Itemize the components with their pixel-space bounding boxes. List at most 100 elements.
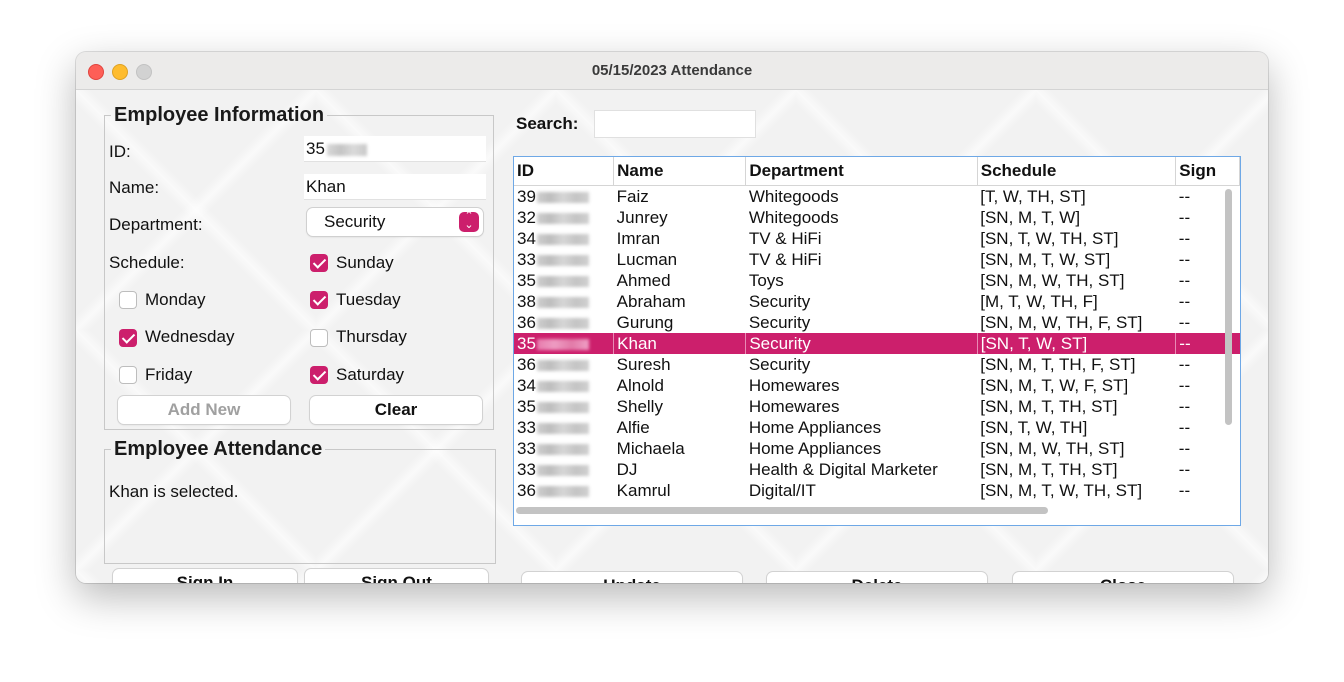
cell-name: Ahmed — [614, 270, 746, 291]
cell-schedule-text: [M, T, W, TH, F] — [980, 292, 1098, 311]
cell-schedule: [SN, M, T, W, F, ST] — [977, 375, 1176, 396]
cell-schedule-text: [SN, M, T, W] — [980, 208, 1081, 227]
sunday-checkbox[interactable] — [310, 254, 328, 272]
cell-name-text: Ahmed — [616, 271, 671, 290]
saturday-checkbox[interactable] — [310, 366, 328, 384]
id-redacted — [536, 297, 589, 309]
column-header-department[interactable]: Department — [745, 157, 978, 186]
tuesday-checkbox[interactable] — [310, 291, 328, 309]
cell-schedule-text: [SN, M, W, TH, ST] — [980, 439, 1125, 458]
department-label: Department: — [109, 215, 203, 234]
table-row[interactable]: 33 DJ Health & Digital Marketer [SN, M, T, … — [514, 459, 1240, 480]
table-row[interactable]: 35 Khan Security [SN, T, W, ST] -- — [514, 333, 1240, 354]
id-redacted — [536, 381, 589, 393]
cell-id-text: 33 — [517, 460, 536, 479]
employee-grid: ID Name Department Schedule Sign 39 Faiz W… — [514, 157, 1240, 501]
name-label: Name: — [109, 178, 160, 197]
search-label: Search: — [516, 114, 579, 133]
cell-schedule: [M, T, W, TH, F] — [977, 291, 1176, 312]
cell-schedule-text: [SN, M, T, W, F, ST] — [980, 376, 1129, 395]
delete-button[interactable]: Delete — [767, 572, 987, 583]
table-header-row: ID Name Department Schedule Sign — [514, 157, 1240, 186]
column-header-name[interactable]: Name — [613, 157, 747, 186]
cell-name: Junrey — [614, 207, 746, 228]
department-value: Security — [324, 212, 386, 231]
table-row[interactable]: 35 Shelly Homewares [SN, M, T, TH, ST] -- — [514, 396, 1240, 417]
cell-schedule-text: [SN, M, T, TH, ST] — [980, 397, 1118, 416]
cell-name-text: Junrey — [616, 208, 668, 227]
table-row[interactable]: 32 Junrey Whitegoods [SN, M, T, W] -- — [514, 207, 1240, 228]
cell-schedule-text: [SN, T, W, TH] — [980, 418, 1088, 437]
cell-schedule-text: [T, W, TH, ST] — [980, 187, 1086, 206]
search-input[interactable] — [594, 110, 756, 138]
cell-schedule: [SN, M, W, TH, F, ST] — [977, 312, 1176, 333]
add-new-button[interactable]: Add New — [118, 396, 290, 424]
cell-department: Homewares — [746, 396, 977, 417]
cell-name: Alfie — [614, 417, 746, 438]
id-value: 35 — [306, 139, 325, 158]
id-redacted — [536, 423, 589, 435]
thursday-checkbox[interactable] — [310, 329, 328, 347]
table-row[interactable]: 33 Lucman TV & HiFi [SN, M, T, W, ST] -- — [514, 249, 1240, 270]
attendance-window: 05/15/2023 Attendance Employee Informati… — [76, 52, 1268, 583]
table-row[interactable]: 39 Faiz Whitegoods [T, W, TH, ST] -- — [514, 186, 1240, 208]
table-row[interactable]: 36 Kamrul Digital/IT [SN, M, T, W, TH, ST] -… — [514, 480, 1240, 501]
cell-department-text: Digital/IT — [748, 481, 816, 500]
table-row[interactable]: 33 Alfie Home Appliances [SN, T, W, TH] -- — [514, 417, 1240, 438]
cell-id-text: 34 — [517, 376, 536, 395]
cell-department: Homewares — [746, 375, 977, 396]
department-select[interactable]: Security ⌃ ⌄ — [307, 208, 483, 236]
table-row[interactable]: 34 Imran TV & HiFi [SN, T, W, TH, ST] -- — [514, 228, 1240, 249]
cell-name-text: Suresh — [616, 355, 671, 374]
close-button[interactable]: Close — [1013, 572, 1233, 583]
id-redacted — [536, 360, 589, 372]
sign-in-button[interactable]: Sign In — [113, 569, 297, 583]
update-button[interactable]: Update — [522, 572, 742, 583]
cell-name-text: Lucman — [616, 250, 678, 269]
employee-table[interactable]: ID Name Department Schedule Sign 39 Faiz W… — [513, 156, 1241, 526]
tuesday-label: Tuesday — [336, 290, 401, 309]
cell-schedule: [SN, T, W, TH, ST] — [977, 228, 1176, 249]
horizontal-scrollbar[interactable] — [516, 507, 1048, 514]
column-header-id[interactable]: ID — [514, 157, 615, 186]
column-header-sign[interactable]: Sign — [1175, 157, 1240, 186]
cell-id: 36 — [514, 312, 614, 333]
cell-name-text: Faiz — [616, 187, 649, 206]
table-row[interactable]: 38 Abraham Security [M, T, W, TH, F] -- — [514, 291, 1240, 312]
cell-name: Abraham — [614, 291, 746, 312]
wednesday-checkbox[interactable] — [119, 329, 137, 347]
friday-checkbox[interactable] — [119, 366, 137, 384]
id-field[interactable]: 35 — [304, 136, 486, 162]
cell-schedule-text: [SN, M, W, TH, ST] — [980, 271, 1125, 290]
cell-department: Toys — [746, 270, 977, 291]
name-field[interactable]: Khan — [304, 174, 486, 200]
cell-id-text: 33 — [517, 439, 536, 458]
cell-sign-text: -- — [1178, 271, 1191, 290]
cell-sign-text: -- — [1178, 229, 1191, 248]
cell-id-text: 39 — [517, 187, 536, 206]
cell-id-text: 35 — [517, 334, 536, 353]
table-row[interactable]: 36 Suresh Security [SN, M, T, TH, F, ST] -- — [514, 354, 1240, 375]
cell-id-text: 32 — [517, 208, 536, 227]
column-header-schedule[interactable]: Schedule — [977, 157, 1177, 186]
vertical-scrollbar[interactable] — [1225, 189, 1232, 425]
cell-department-text: Whitegoods — [748, 187, 839, 206]
cell-name: Gurung — [614, 312, 746, 333]
cell-sign-text: -- — [1179, 334, 1191, 353]
table-row[interactable]: 34 Alnold Homewares [SN, M, T, W, F, ST] -- — [514, 375, 1240, 396]
sign-out-button[interactable]: Sign Out — [305, 569, 488, 583]
monday-checkbox[interactable] — [119, 291, 137, 309]
table-row[interactable]: 35 Ahmed Toys [SN, M, W, TH, ST] -- — [514, 270, 1240, 291]
cell-name: Lucman — [614, 249, 746, 270]
cell-department: Security — [746, 312, 977, 333]
cell-name: Suresh — [614, 354, 746, 375]
clear-button[interactable]: Clear — [310, 396, 482, 424]
friday-label: Friday — [145, 365, 193, 384]
table-row[interactable]: 33 Michaela Home Appliances [SN, M, W, TH, … — [514, 438, 1240, 459]
cell-department-text: TV & HiFi — [748, 250, 822, 269]
cell-id: 39 — [514, 186, 614, 208]
cell-name-text: Khan — [617, 334, 657, 353]
cell-name-text: Gurung — [616, 313, 674, 332]
cell-department: Security — [746, 291, 977, 312]
table-row[interactable]: 36 Gurung Security [SN, M, W, TH, F, ST] -- — [514, 312, 1240, 333]
